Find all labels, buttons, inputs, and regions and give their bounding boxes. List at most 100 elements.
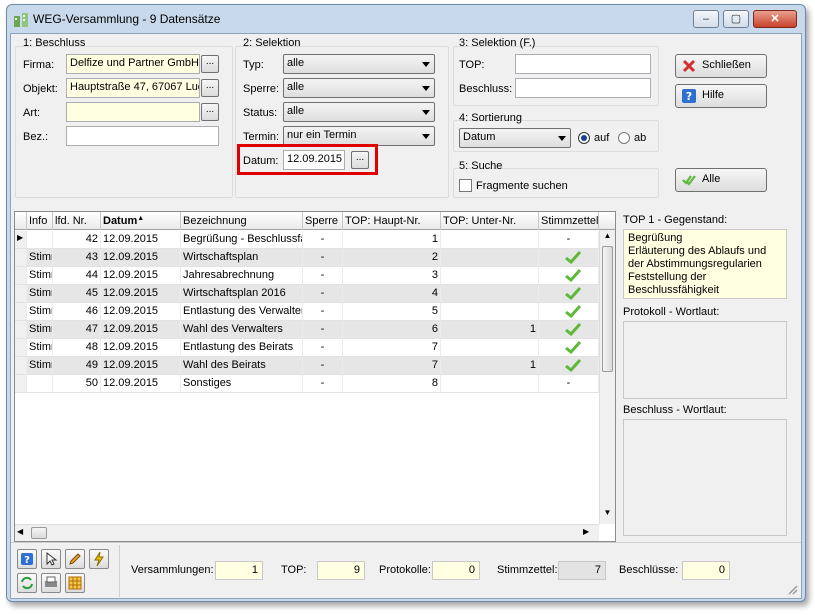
beschluss-wortlaut-text[interactable] [623,419,787,536]
cell-datum[interactable]: 12.09.2015 [101,231,181,248]
select-toolbar-button[interactable] [41,549,61,569]
cell-haupt[interactable]: 3 [343,267,441,284]
cell-unter[interactable] [441,249,539,266]
cell-info[interactable]: Stimr [27,357,53,374]
cell-info[interactable]: Stimr [27,321,53,338]
header-bezeichnung[interactable]: Bezeichnung [181,212,303,230]
header-lfd-nr[interactable]: lfd. Nr. [53,212,101,230]
cell-sperre[interactable]: - [303,339,343,356]
firma-field[interactable]: Delfize und Partner GmbH [66,54,200,74]
print-toolbar-button[interactable] [41,573,61,593]
termin-select[interactable]: nur ein Termin [283,126,435,146]
sperre-select[interactable]: alle [283,78,435,98]
sortierung-select[interactable]: Datum [459,128,571,148]
cell-datum[interactable]: 12.09.2015 [101,321,181,338]
header-top-haupt[interactable]: TOP: Haupt-Nr. [343,212,441,230]
cell-unter[interactable] [441,231,539,248]
table-row[interactable]: Stimr 47 12.09.2015 Wahl des Verwalters -6 1 [15,321,599,339]
fragmente-checkbox[interactable] [459,179,472,192]
cell-info[interactable]: Stimr [27,267,53,284]
cell-bez[interactable]: Jahresabrechnung [181,267,303,284]
cell-nr[interactable]: 42 [53,231,101,248]
row-selector[interactable] [15,339,27,356]
objekt-field[interactable]: Hauptstraße 47, 67067 Lud [66,78,200,98]
cell-unter[interactable] [441,339,539,356]
table-row[interactable]: Stimr 49 12.09.2015 Wahl des Beirats -7 1 [15,357,599,375]
table-row[interactable]: Stimr 44 12.09.2015 Jahresabrechnung -3 [15,267,599,285]
close-window-button[interactable]: ✕ [753,10,797,28]
cell-haupt[interactable]: 2 [343,249,441,266]
table-row[interactable]: Stimr 46 12.09.2015 Entlastung des Verwalte… [15,303,599,321]
cell-stimm[interactable] [539,303,599,320]
datum-picker-button[interactable]: ... [351,151,369,169]
typ-select[interactable]: alle [283,54,435,74]
cell-datum[interactable]: 12.09.2015 [101,339,181,356]
cell-haupt[interactable]: 6 [343,321,441,338]
cell-bez[interactable]: Entlastung des Verwalter [181,303,303,320]
cell-sperre[interactable]: - [303,375,343,392]
cell-unter[interactable] [441,375,539,392]
beschluss-filter-field[interactable] [515,78,651,98]
maximize-button[interactable]: ▢ [723,10,749,28]
cell-stimm[interactable] [539,285,599,302]
art-field[interactable] [66,102,200,122]
cell-unter[interactable]: 1 [441,357,539,374]
cell-haupt[interactable]: 5 [343,303,441,320]
cell-unter[interactable] [441,267,539,284]
header-info[interactable]: Info [27,212,53,230]
row-selector[interactable] [15,321,27,338]
sort-desc-radio[interactable] [618,132,630,144]
cell-nr[interactable]: 50 [53,375,101,392]
vertical-scroll-thumb[interactable] [602,246,613,372]
cell-unter[interactable] [441,303,539,320]
cell-sperre[interactable]: - [303,249,343,266]
cell-nr[interactable]: 46 [53,303,101,320]
cell-bez[interactable]: Sonstiges [181,375,303,392]
cell-stimm[interactable]: - [539,375,599,392]
cell-bez[interactable]: Entlastung des Beirats [181,339,303,356]
cell-info[interactable] [27,231,53,248]
resize-grip-icon[interactable] [786,583,798,595]
refresh-toolbar-button[interactable] [17,573,37,593]
minimize-button[interactable]: – [693,10,719,28]
cell-nr[interactable]: 45 [53,285,101,302]
cell-sperre[interactable]: - [303,231,343,248]
cell-info[interactable]: Stimr [27,339,53,356]
cell-bez[interactable]: Wirtschaftsplan 2016 [181,285,303,302]
cell-stimm[interactable] [539,267,599,284]
cell-nr[interactable]: 44 [53,267,101,284]
horizontal-scrollbar[interactable]: ◀ ▶ [15,524,599,541]
horizontal-scroll-thumb[interactable] [31,527,47,539]
scroll-up-icon[interactable]: ▲ [602,231,613,245]
cell-sperre[interactable]: - [303,303,343,320]
status-select[interactable]: alle [283,102,435,122]
action-toolbar-button[interactable] [89,549,109,569]
row-selector[interactable] [15,267,27,284]
top-filter-field[interactable] [515,54,651,74]
cell-sperre[interactable]: - [303,321,343,338]
firma-browse-button[interactable]: ... [201,55,219,73]
help-toolbar-button[interactable]: ? [17,549,37,569]
cell-haupt[interactable]: 1 [343,231,441,248]
cell-sperre[interactable]: - [303,267,343,284]
cell-unter[interactable] [441,285,539,302]
gegenstand-text[interactable]: Begrüßung Erläuterung des Ablaufs und de… [623,229,787,299]
table-row[interactable]: ▶ 42 12.09.2015 Begrüßung - Beschlussfä -1- [15,231,599,249]
row-selector[interactable] [15,249,27,266]
table-row[interactable]: Stimr 48 12.09.2015 Entlastung des Beirats -… [15,339,599,357]
cell-datum[interactable]: 12.09.2015 [101,249,181,266]
versammlung-table[interactable]: Info lfd. Nr. Datum▲ Bezeichnung Sperre … [14,211,616,542]
cell-info[interactable] [27,375,53,392]
cell-datum[interactable]: 12.09.2015 [101,357,181,374]
cell-bez[interactable]: Wirtschaftsplan [181,249,303,266]
cell-datum[interactable]: 12.09.2015 [101,375,181,392]
cell-stimm[interactable] [539,339,599,356]
cell-unter[interactable]: 1 [441,321,539,338]
cell-stimm[interactable] [539,249,599,266]
protokoll-text[interactable] [623,321,787,399]
cell-sperre[interactable]: - [303,285,343,302]
alle-button[interactable]: Alle [675,168,767,192]
scroll-right-icon[interactable]: ▶ [583,527,595,539]
sort-asc-radio[interactable] [578,132,590,144]
cell-nr[interactable]: 48 [53,339,101,356]
